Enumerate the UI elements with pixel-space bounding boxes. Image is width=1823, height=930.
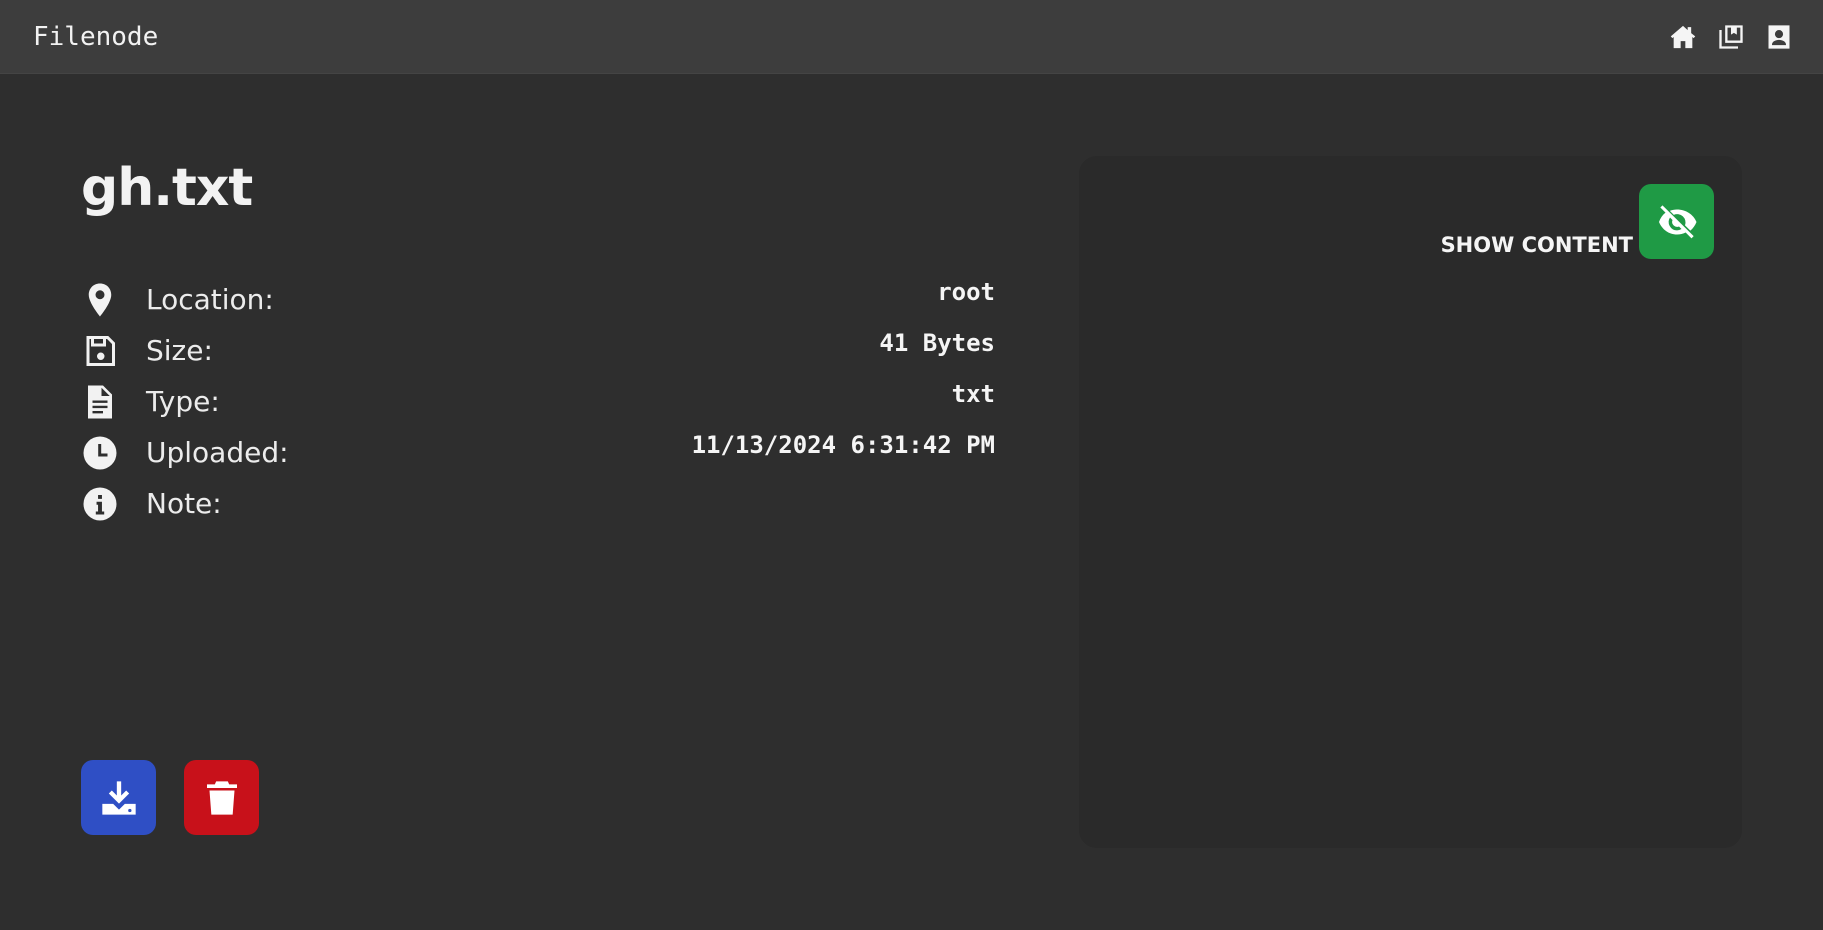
detail-value: root (937, 278, 995, 306)
location-pin-icon (81, 281, 119, 319)
floppy-disk-icon (81, 332, 119, 370)
info-circle-icon (81, 485, 119, 523)
file-text-icon (81, 383, 119, 421)
detail-row-size: Size: 41 Bytes (81, 325, 995, 376)
detail-row-location: Location: root (81, 274, 995, 325)
detail-row-note: Note: (81, 478, 995, 529)
brand-title[interactable]: Filenode (33, 22, 158, 52)
download-icon (99, 778, 139, 818)
clock-icon (81, 434, 119, 472)
detail-label: Uploaded: (146, 436, 289, 469)
detail-value: 11/13/2024 6:31:42 PM (691, 431, 995, 459)
detail-value: txt (951, 380, 995, 408)
show-content-toggle-button[interactable] (1639, 184, 1714, 259)
detail-label: Location: (146, 283, 274, 316)
show-content-label: SHOW CONTENT (1440, 233, 1633, 257)
delete-button[interactable] (184, 760, 259, 835)
account-icon[interactable] (1765, 23, 1793, 51)
top-navbar: Filenode (0, 0, 1823, 74)
detail-label: Size: (146, 334, 213, 367)
file-details: Location: root Size: 41 Bytes Type: txt … (81, 274, 995, 529)
detail-label: Note: (146, 487, 222, 520)
download-button[interactable] (81, 760, 156, 835)
content-preview-panel: SHOW CONTENT (1079, 156, 1742, 848)
eye-slash-icon (1657, 202, 1697, 242)
detail-value: 41 Bytes (879, 329, 995, 357)
home-icon[interactable] (1669, 23, 1697, 51)
detail-row-uploaded: Uploaded: 11/13/2024 6:31:42 PM (81, 427, 995, 478)
nav-icons (1669, 23, 1793, 51)
trash-icon (202, 778, 242, 818)
detail-row-type: Type: txt (81, 376, 995, 427)
file-name-title: gh.txt (81, 158, 253, 218)
detail-label: Type: (146, 385, 220, 418)
library-icon[interactable] (1717, 23, 1745, 51)
